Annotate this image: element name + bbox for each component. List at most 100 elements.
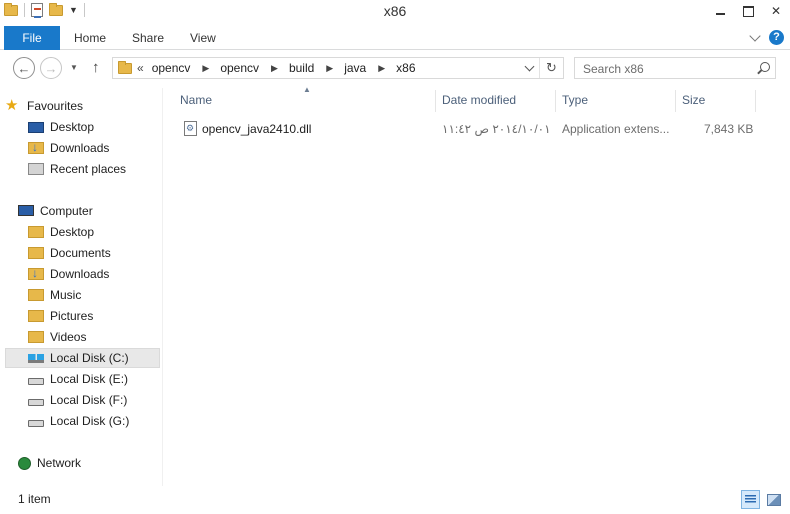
title-bar: ▼ x86 ✕ [0, 0, 790, 24]
downloads-icon [28, 140, 44, 154]
pictures-icon [28, 310, 44, 322]
nav-label: Local Disk (C:) [50, 351, 129, 365]
nav-label: Favourites [27, 99, 84, 113]
nav-item-downloads[interactable]: Downloads [28, 138, 158, 158]
sort-ascending-icon: ▲ [303, 85, 311, 94]
column-header-size[interactable]: Size [682, 88, 705, 112]
up-button[interactable]: ↑ [92, 59, 100, 76]
nav-item-recent-places[interactable]: Recent places [28, 159, 158, 179]
column-divider[interactable] [435, 90, 436, 112]
breadcrumb-item[interactable]: x86 [396, 61, 415, 75]
window-title: x86 [383, 3, 407, 19]
breadcrumb-item[interactable]: opencv [220, 61, 259, 75]
address-bar[interactable]: « opencv ▶ opencv ▶ build ▶ java ▶ x86 ↻ [112, 57, 564, 79]
file-date-modified: ٢٠١٤/١٠/٠١ ص ١١:٤٢ [442, 122, 551, 136]
nav-label: Recent places [50, 162, 127, 176]
dll-file-icon [184, 121, 197, 136]
nav-favourites[interactable]: ★ Favourites [5, 96, 160, 116]
window-controls: ✕ [706, 0, 790, 22]
breadcrumb: « opencv ▶ opencv ▶ build ▶ java ▶ x86 [137, 61, 416, 75]
tab-share[interactable]: Share [132, 26, 164, 50]
file-type: Application extens... [562, 122, 670, 136]
navigation-bar: ← → ▼ ↑ « opencv ▶ opencv ▶ build ▶ java… [0, 54, 790, 82]
column-divider[interactable] [555, 90, 556, 112]
nav-label: Desktop [50, 120, 95, 134]
search-icon[interactable] [760, 62, 770, 72]
maximize-button[interactable] [734, 0, 762, 22]
nav-network[interactable]: Network [18, 453, 158, 473]
drive-icon [28, 419, 44, 427]
nav-item-local-disk-e[interactable]: Local Disk (E:) [28, 369, 158, 389]
file-size: 7,843 KB [704, 122, 754, 136]
forward-button[interactable]: → [40, 57, 62, 79]
ribbon-tabs: File Home Share View ? [0, 26, 790, 50]
nav-label: Music [50, 288, 82, 302]
close-button[interactable]: ✕ [762, 0, 790, 22]
nav-label: Computer [40, 204, 93, 218]
nav-label: Network [37, 456, 82, 470]
nav-item-desktop[interactable]: Desktop [28, 117, 158, 137]
documents-icon [28, 247, 44, 259]
minimize-button[interactable] [706, 0, 734, 22]
file-list: Name ▲ Date modified Type Size opencv_ja… [163, 85, 790, 486]
file-name: opencv_java2410.dll [202, 122, 312, 136]
recent-locations-dropdown-icon[interactable]: ▼ [70, 63, 78, 72]
breadcrumb-arrow-icon[interactable]: ▶ [202, 63, 209, 74]
file-row[interactable]: opencv_java2410.dll ٢٠١٤/١٠/٠١ ص ١١:٤٢ A… [179, 118, 779, 140]
refresh-icon[interactable]: ↻ [539, 58, 563, 78]
drive-icon [28, 377, 44, 385]
navigation-pane: ★ Favourites Desktop Downloads Recent pl… [0, 88, 162, 486]
breadcrumb-arrow-icon[interactable]: ▶ [326, 63, 333, 74]
nav-item-downloads[interactable]: Downloads [28, 264, 158, 284]
nav-label: Downloads [50, 267, 110, 281]
column-header-date-modified[interactable]: Date modified [442, 88, 516, 112]
folder-icon [28, 226, 44, 238]
expand-ribbon-icon[interactable] [749, 29, 761, 42]
breadcrumb-item[interactable]: opencv [152, 61, 191, 75]
downloads-icon [28, 266, 44, 280]
nav-label: Downloads [50, 141, 110, 155]
nav-label: Documents [50, 246, 111, 260]
column-divider[interactable] [675, 90, 676, 112]
breadcrumb-arrow-icon[interactable]: ▶ [378, 63, 385, 74]
status-bar: 1 item [0, 486, 790, 514]
breadcrumb-item[interactable]: build [289, 61, 314, 75]
breadcrumb-overflow[interactable]: « [137, 61, 144, 75]
nav-label: Local Disk (F:) [50, 393, 128, 407]
nav-label: Pictures [50, 309, 94, 323]
nav-item-desktop[interactable]: Desktop [28, 222, 158, 242]
nav-item-music[interactable]: Music [28, 285, 158, 305]
nav-label: Local Disk (G:) [50, 414, 130, 428]
breadcrumb-item[interactable]: java [344, 61, 366, 75]
nav-item-local-disk-c[interactable]: Local Disk (C:) [5, 348, 160, 368]
music-icon [28, 289, 44, 301]
address-history-dropdown-icon[interactable] [524, 61, 535, 72]
tab-view[interactable]: View [190, 26, 216, 50]
back-button[interactable]: ← [13, 57, 35, 79]
large-icons-view-icon[interactable] [764, 490, 783, 509]
column-divider[interactable] [755, 90, 756, 112]
nav-computer[interactable]: Computer [18, 201, 158, 221]
help-icon[interactable]: ? [769, 30, 784, 45]
details-view-icon[interactable] [741, 490, 760, 509]
folder-icon [118, 61, 132, 74]
breadcrumb-arrow-icon[interactable]: ▶ [271, 63, 278, 74]
nav-label: Videos [50, 330, 87, 344]
tab-home[interactable]: Home [74, 26, 106, 50]
windows-drive-icon [28, 353, 44, 363]
column-header-type[interactable]: Type [562, 88, 588, 112]
nav-label: Local Disk (E:) [50, 372, 129, 386]
computer-icon [18, 204, 34, 216]
search-input[interactable]: Search x86 [574, 57, 776, 79]
nav-label: Desktop [50, 225, 95, 239]
search-placeholder: Search x86 [583, 62, 644, 76]
tab-file[interactable]: File [4, 26, 60, 50]
nav-item-documents[interactable]: Documents [28, 243, 158, 263]
nav-item-local-disk-f[interactable]: Local Disk (F:) [28, 390, 158, 410]
nav-item-pictures[interactable]: Pictures [28, 306, 158, 326]
item-count: 1 item [18, 492, 51, 506]
nav-item-local-disk-g[interactable]: Local Disk (G:) [28, 411, 158, 431]
desktop-icon [28, 122, 44, 133]
column-header-name[interactable]: Name [180, 88, 212, 112]
nav-item-videos[interactable]: Videos [28, 327, 158, 347]
